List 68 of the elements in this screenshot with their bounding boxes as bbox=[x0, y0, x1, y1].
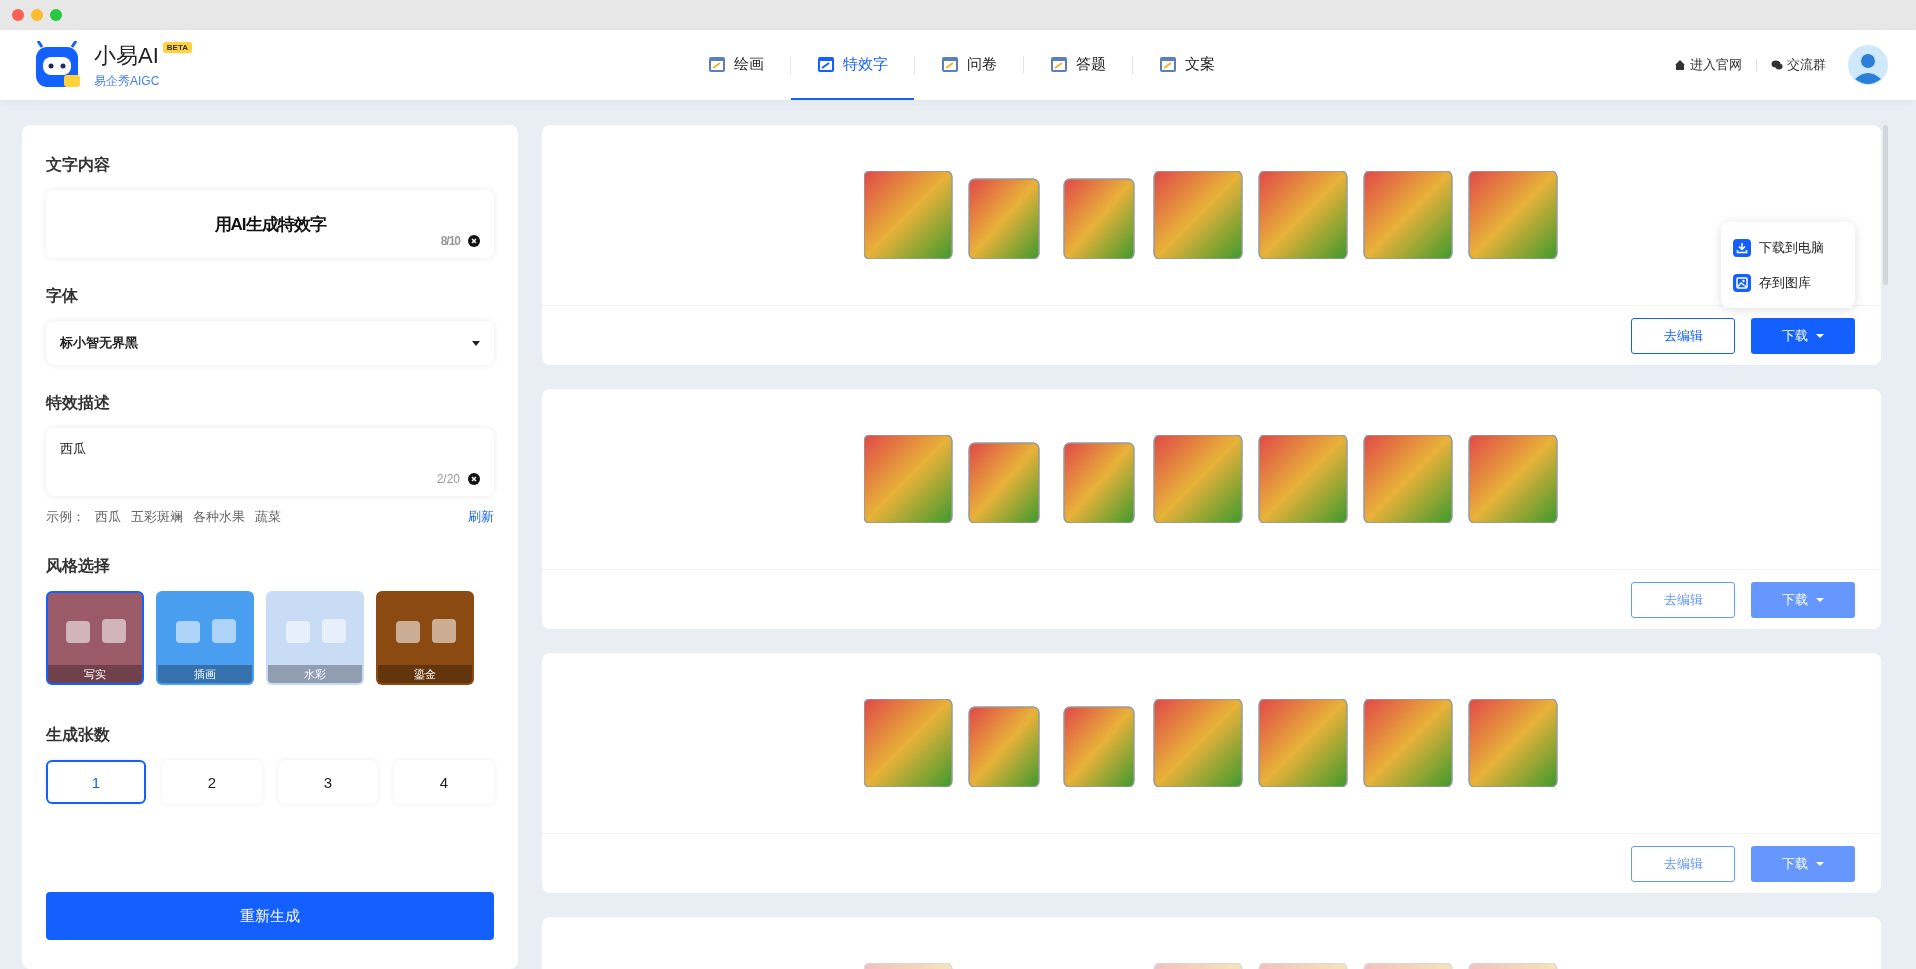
field-value: 用AI生成特效字 bbox=[214, 213, 326, 236]
menu-item[interactable]: 下载到电脑 bbox=[1721, 230, 1855, 265]
examples-label: 示例： bbox=[46, 508, 85, 526]
example-chip[interactable]: 五彩斑斓 bbox=[131, 508, 183, 526]
lettering-drawing bbox=[286, 617, 346, 645]
style-thumbnail[interactable]: 插画 bbox=[156, 591, 254, 685]
app-name: 小易AI bbox=[94, 41, 159, 70]
robot-logo-icon bbox=[34, 41, 82, 89]
style-thumbnail[interactable]: 写实 bbox=[46, 591, 144, 685]
caret-icon bbox=[1816, 333, 1824, 338]
caret-icon bbox=[1816, 597, 1824, 602]
example-chip[interactable]: 蔬菜 bbox=[255, 508, 281, 526]
nav-tab[interactable]: 答题 bbox=[1023, 30, 1132, 100]
refresh-link[interactable]: 刷新 bbox=[468, 508, 494, 526]
section-label: 风格选择 bbox=[46, 556, 111, 576]
style-label: 插画 bbox=[158, 665, 252, 683]
beta-badge: BETA bbox=[162, 41, 192, 53]
style-label: 鎏金 bbox=[378, 665, 472, 683]
count-option[interactable]: 3 bbox=[278, 760, 378, 804]
section-label: 特效描述 bbox=[46, 393, 111, 413]
count-option[interactable]: 2 bbox=[162, 760, 262, 804]
window-controls-icon bbox=[12, 9, 62, 21]
image-icon bbox=[1733, 273, 1751, 292]
clear-icon[interactable] bbox=[468, 235, 480, 247]
nav-tab[interactable]: 绘画 bbox=[681, 30, 790, 100]
field-value: 西瓜 bbox=[60, 441, 86, 456]
text-field[interactable]: 用AI生成特效字 8/10 bbox=[46, 190, 494, 258]
lettering-drawing bbox=[176, 617, 236, 645]
section-label: 生成张数 bbox=[46, 725, 111, 745]
nav-tab[interactable]: 特效字 bbox=[790, 30, 914, 100]
description-field[interactable]: 西瓜 2/20 bbox=[46, 428, 494, 496]
caret-icon bbox=[472, 340, 480, 346]
char-counter: 8/10 bbox=[440, 234, 460, 248]
lettering-drawing bbox=[66, 617, 126, 645]
chat-icon bbox=[1771, 59, 1783, 71]
header-link[interactable]: 交流群 bbox=[1771, 56, 1826, 74]
caret-icon bbox=[1816, 861, 1824, 866]
nav-tab[interactable]: 问卷 bbox=[914, 30, 1023, 100]
count-option[interactable]: 1 bbox=[46, 760, 146, 804]
app-subtitle: 易企秀AIGC bbox=[94, 72, 161, 90]
home-icon bbox=[1674, 59, 1686, 71]
style-thumbnail[interactable]: 鎏金 bbox=[376, 591, 474, 685]
download-button[interactable]: 下载 bbox=[1751, 317, 1855, 354]
char-counter: 2/20 bbox=[436, 472, 460, 486]
document-icon bbox=[707, 55, 726, 73]
section-label: 字体 bbox=[46, 286, 79, 306]
document-icon bbox=[816, 55, 835, 73]
lettering-drawing bbox=[396, 617, 456, 645]
edit-button[interactable]: 去编辑 bbox=[1631, 317, 1735, 354]
document-icon bbox=[940, 55, 959, 73]
font-dropdown[interactable]: 标小智无界黑 bbox=[46, 321, 494, 365]
scrollbar[interactable] bbox=[1883, 125, 1888, 285]
clear-icon[interactable] bbox=[468, 473, 480, 485]
count-option[interactable]: 4 bbox=[394, 760, 494, 804]
example-chip[interactable]: 各种水果 bbox=[193, 508, 245, 526]
dropdown-value: 标小智无界黑 bbox=[60, 334, 138, 352]
menu-item[interactable]: 存到图库 bbox=[1721, 265, 1855, 300]
document-icon bbox=[1158, 55, 1177, 73]
regenerate-button[interactable]: 重新生成 bbox=[46, 892, 494, 940]
style-label: 水彩 bbox=[268, 665, 362, 683]
document-icon bbox=[1049, 55, 1068, 73]
section-label: 文字内容 bbox=[46, 155, 111, 175]
header-link[interactable]: 进入官网 bbox=[1674, 56, 1742, 74]
nav-tab[interactable]: 文案 bbox=[1132, 30, 1241, 100]
example-chip[interactable]: 西瓜 bbox=[95, 508, 121, 526]
download-icon bbox=[1733, 238, 1751, 257]
style-label: 写实 bbox=[48, 665, 142, 683]
avatar-icon[interactable] bbox=[1848, 45, 1888, 85]
